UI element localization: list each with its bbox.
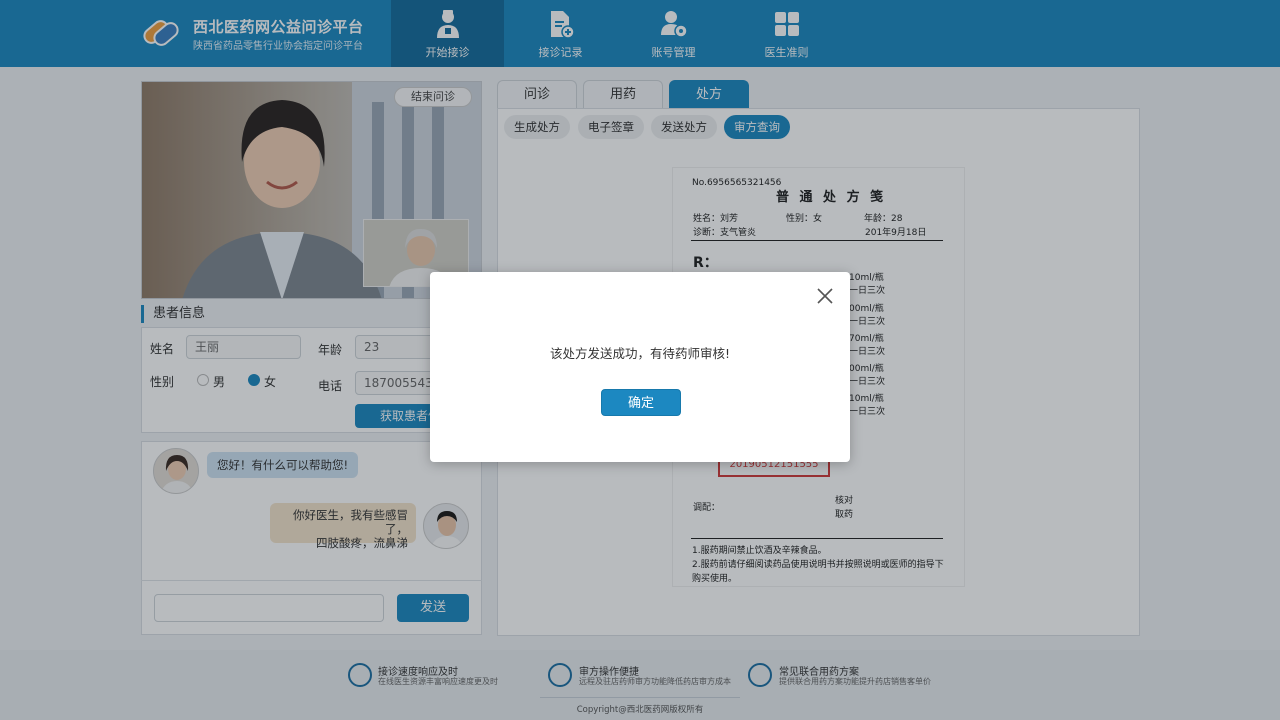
confirm-button[interactable]: 确定 [601,389,681,416]
dialog-message: 该处方发送成功，有待药师审核! [549,346,730,361]
success-dialog [430,272,850,462]
close-icon[interactable] [816,287,834,305]
